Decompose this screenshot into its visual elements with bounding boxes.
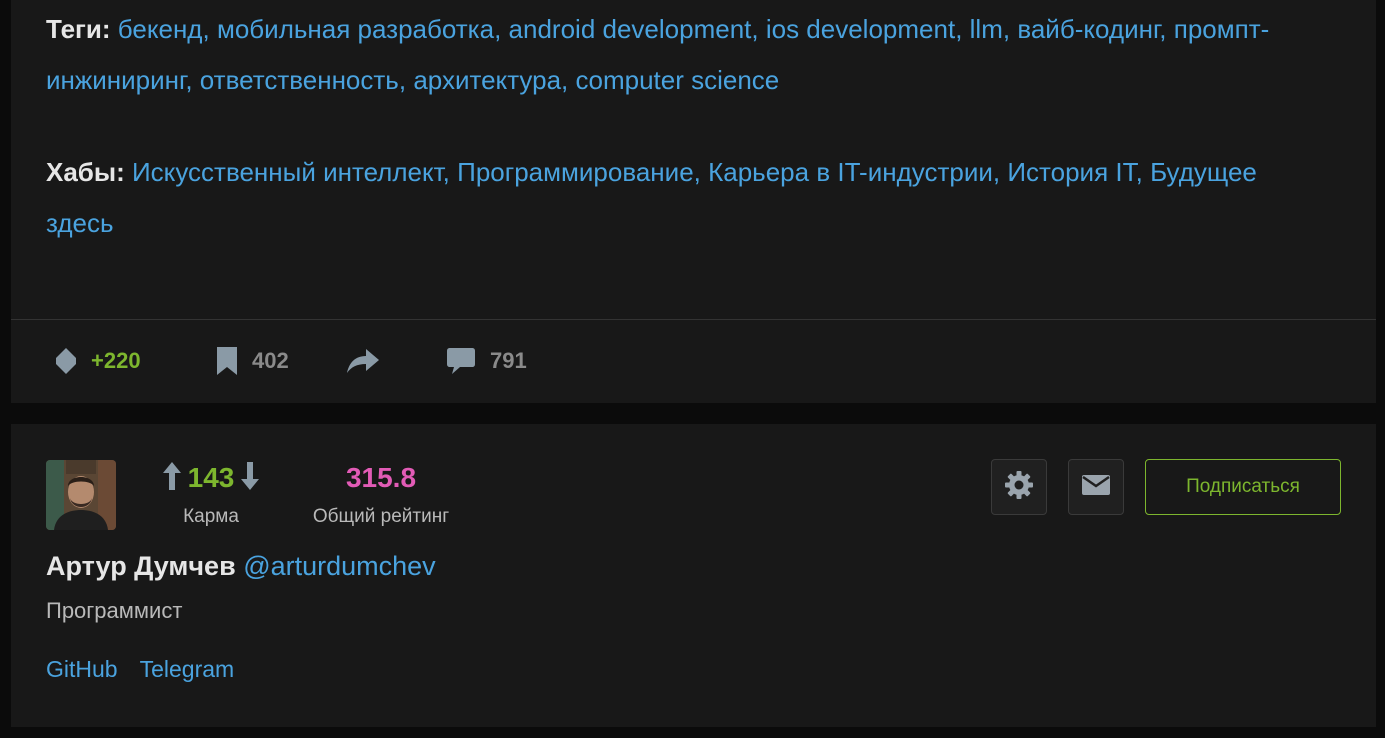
tags-list: Теги: бекенд, мобильная разработка, andr… xyxy=(46,14,1270,95)
tags-label: Теги: xyxy=(46,14,111,44)
bookmarks-button[interactable]: 402 xyxy=(216,340,289,382)
hubs-label: Хабы: xyxy=(46,157,125,187)
karma-value: 143 xyxy=(187,462,235,493)
comment-icon xyxy=(446,347,476,375)
divider xyxy=(11,319,1376,320)
tag-link[interactable]: бекенд xyxy=(118,14,203,44)
bookmarks-count: 402 xyxy=(252,348,289,373)
post-card: Теги: бекенд, мобильная разработка, andr… xyxy=(11,0,1376,403)
hubs-list: Хабы: Искусственный интеллект, Программи… xyxy=(46,157,1257,238)
karma-block: 143 Карма xyxy=(151,460,271,528)
hub-link[interactable]: История IT xyxy=(1007,157,1135,187)
tag-link[interactable]: computer science xyxy=(576,65,780,95)
hub-link[interactable]: Искусственный интеллект xyxy=(132,157,443,187)
tag-link[interactable]: llm xyxy=(970,14,1003,44)
share-button[interactable] xyxy=(346,340,380,382)
author-name[interactable]: Артур Думчев xyxy=(46,551,236,581)
bookmark-icon xyxy=(216,346,238,376)
hub-link[interactable]: Карьера в IT-индустрии xyxy=(708,157,993,187)
settings-button[interactable] xyxy=(991,459,1047,515)
telegram-link[interactable]: Telegram xyxy=(140,656,235,683)
arrow-down-icon[interactable] xyxy=(240,461,260,496)
comments-count: 791 xyxy=(490,348,527,373)
tag-link[interactable]: android development xyxy=(509,14,752,44)
hub-link[interactable]: Программирование xyxy=(457,157,694,187)
avatar[interactable] xyxy=(46,460,116,530)
author-name-row: Артур Думчев @arturdumchev xyxy=(46,551,436,582)
tag-link[interactable]: архитектура xyxy=(413,65,561,95)
arrow-up-icon[interactable] xyxy=(162,461,182,496)
mail-icon xyxy=(1081,474,1111,501)
subscribe-button[interactable]: Подписаться xyxy=(1145,459,1341,515)
rating-block: 315.8 Общий рейтинг xyxy=(301,460,461,528)
comments-button[interactable]: 791 xyxy=(446,340,527,382)
votes-count: +220 xyxy=(91,348,141,373)
karma-label: Карма xyxy=(183,506,239,527)
tag-link[interactable]: ответственность xyxy=(200,65,399,95)
author-card: 143 Карма 315.8 Общий рейтинг Подписатьс… xyxy=(11,424,1376,727)
tag-link[interactable]: мобильная разработка xyxy=(217,14,494,44)
votes-icon xyxy=(55,347,77,375)
tag-link[interactable]: вайб-кодинг xyxy=(1017,14,1159,44)
tag-link[interactable]: ios development xyxy=(766,14,955,44)
share-icon xyxy=(346,348,380,374)
rating-label: Общий рейтинг xyxy=(312,506,450,527)
author-handle[interactable]: @arturdumchev xyxy=(243,551,435,581)
votes-stat[interactable]: +220 xyxy=(55,340,141,382)
message-button[interactable] xyxy=(1068,459,1124,515)
author-title: Программист xyxy=(46,598,183,623)
gear-icon xyxy=(1004,470,1034,505)
github-link[interactable]: GitHub xyxy=(46,656,118,683)
author-links: GitHub Telegram xyxy=(46,656,234,683)
rating-value: 315.8 xyxy=(345,462,417,493)
